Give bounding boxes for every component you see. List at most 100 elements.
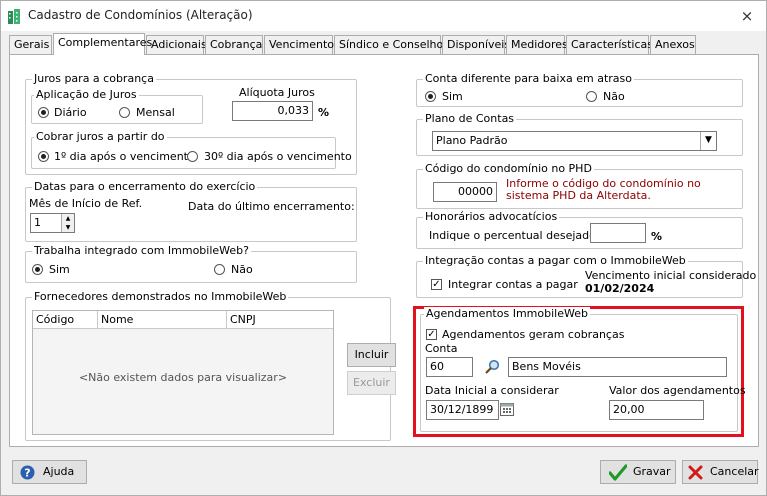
gravar-button[interactable]: Gravar	[600, 460, 676, 484]
fornecedores-group: Fornecedores demonstrados no ImmobileWeb…	[25, 290, 396, 441]
radio-diario[interactable]	[38, 107, 49, 118]
radio-primeiro-dia[interactable]	[38, 151, 49, 162]
window-title: Cadastro de Condomínios (Alteração)	[28, 8, 253, 22]
grid-empty-message: <Não existem dados para visualizar>	[78, 371, 288, 384]
honorarios-label: Indique o percentual desejado	[429, 229, 596, 242]
tab-caracteristicas[interactable]: Características	[566, 35, 653, 54]
ajuda-label: Ajuda	[43, 465, 75, 478]
chevron-down-icon[interactable]: ▼	[700, 132, 716, 150]
data-inicial-input[interactable]: 30/12/1899	[426, 400, 499, 420]
tab-anexos[interactable]: Anexos	[650, 35, 696, 54]
aliquota-juros-input[interactable]: 0,033	[232, 101, 313, 121]
integrar-contas-checkbox[interactable]: ✓	[431, 279, 442, 290]
tab-sindico-e-conselho[interactable]: Síndico e Conselho	[334, 35, 443, 54]
phd-group-title: Código do condomínio no PHD	[423, 162, 594, 176]
incluir-button[interactable]: Incluir	[347, 343, 396, 367]
vencimento-inicial-value: 01/02/2024	[585, 282, 655, 295]
help-icon: ?	[20, 465, 35, 480]
valor-agendamentos-input[interactable]: 20,00	[609, 400, 704, 420]
vencimento-inicial-label: Vencimento inicial considerado	[585, 269, 757, 282]
radio-immobile-nao-label: Não	[231, 263, 253, 276]
radio-conta-nao[interactable]	[586, 91, 597, 102]
radio-conta-nao-label: Não	[603, 90, 625, 103]
radio-mensal-label: Mensal	[136, 106, 175, 119]
data-inicial-label: Data Inicial a considerar	[425, 384, 559, 397]
radio-conta-sim[interactable]	[425, 91, 436, 102]
ajuda-button[interactable]: ? Ajuda	[12, 460, 87, 484]
valor-agendamentos-label: Valor dos agendamentos	[609, 384, 746, 397]
grid-header: Código Nome CNPJ	[33, 311, 333, 329]
plano-contas-select[interactable]: Plano Padrão ▼	[432, 131, 717, 151]
juros-group-title: Juros para a cobrança	[32, 72, 156, 86]
conta-label: Conta	[425, 342, 458, 355]
aliquota-unit: %	[318, 106, 330, 119]
spinner-arrows-icon[interactable]: ▲ ▼	[61, 214, 74, 232]
mes-inicio-spinner[interactable]: 1 ▲ ▼	[30, 213, 75, 233]
agendamentos-checkbox[interactable]: ✓	[426, 329, 437, 340]
agendamentos-checkbox-label: Agendamentos geram cobranças	[442, 328, 625, 341]
immobileweb-group: Trabalha integrado com ImmobileWeb? Sim …	[25, 244, 357, 283]
radio-immobile-sim[interactable]	[32, 264, 43, 275]
conta-diferente-title: Conta diferente para baixa em atraso	[423, 72, 634, 86]
cancel-x-icon	[688, 465, 703, 480]
phd-code-input[interactable]: 00000	[433, 182, 497, 202]
conta-name-input[interactable]: Bens Movéis	[508, 357, 727, 377]
tab-complementares[interactable]: Complementares	[53, 33, 152, 55]
tab-medidores[interactable]: Medidores	[506, 35, 568, 54]
conta-diferente-group: Conta diferente para baixa em atraso Sim…	[416, 72, 743, 107]
honorarios-unit: %	[651, 230, 663, 243]
col-nome[interactable]: Nome	[98, 311, 227, 329]
building-icon	[8, 9, 20, 24]
search-icon[interactable]	[484, 359, 500, 375]
phd-group: Código do condomínio no PHD 00000 Inform…	[416, 162, 743, 209]
tab-strip: Gerais Complementares Adicionais Cobranç…	[9, 33, 759, 55]
tab-panel-complementares: Juros para a cobrança Aplicação de Juros…	[9, 54, 759, 447]
integracao-group: Integração contas a pagar com o Immobile…	[416, 254, 756, 298]
immobileweb-group-title: Trabalha integrado com ImmobileWeb?	[32, 244, 251, 258]
honorarios-input[interactable]	[590, 223, 646, 243]
aplicacao-juros-group: Aplicação de Juros Diário Mensal	[31, 88, 203, 124]
checkmark-icon	[609, 464, 627, 481]
cobrar-juros-title: Cobrar juros a partir do	[34, 130, 167, 144]
title-bar: Cadastro de Condomínios (Alteração) ⨯	[1, 1, 766, 31]
integrar-contas-label: Integrar contas a pagar	[448, 278, 578, 291]
fornecedores-grid[interactable]: Código Nome CNPJ <Não existem dados para…	[32, 310, 334, 435]
cancelar-label: Cancelar	[710, 465, 759, 478]
exercicio-group: Datas para o encerramento do exercício M…	[25, 180, 357, 242]
exercicio-group-title: Datas para o encerramento do exercício	[32, 180, 258, 194]
conta-code-input[interactable]: 60	[426, 357, 473, 377]
juros-group: Juros para a cobrança Aplicação de Juros…	[25, 72, 357, 175]
cobrar-juros-group: Cobrar juros a partir do 1º dia após o v…	[31, 130, 352, 169]
tab-adicionais[interactable]: Adicionais	[146, 35, 207, 54]
radio-trigesimo-dia-label: 30º dia após o vencimento	[204, 150, 352, 163]
ultimo-encerramento-label: Data do último encerramento:	[188, 200, 355, 213]
plano-contas-title: Plano de Contas	[423, 112, 517, 126]
cancelar-button[interactable]: Cancelar	[682, 460, 759, 484]
close-icon[interactable]: ⨯	[736, 6, 758, 26]
plano-contas-group: Plano de Contas Plano Padrão ▼	[416, 112, 743, 156]
aplicacao-juros-title: Aplicação de Juros	[34, 88, 139, 102]
col-cnpj[interactable]: CNPJ	[227, 311, 333, 329]
radio-mensal[interactable]	[119, 107, 130, 118]
tab-disponiveis[interactable]: Disponíveis	[442, 35, 510, 54]
mes-inicio-label: Mês de Início de Ref.	[29, 197, 143, 210]
calendar-icon[interactable]	[500, 402, 514, 416]
phd-hint-text: Informe o código do condomínio no sistem…	[506, 177, 701, 202]
radio-diario-label: Diário	[54, 106, 87, 119]
plano-contas-value: Plano Padrão	[436, 134, 508, 147]
mes-inicio-value: 1	[34, 216, 41, 229]
radio-trigesimo-dia[interactable]	[187, 151, 198, 162]
tab-gerais[interactable]: Gerais	[9, 35, 52, 54]
radio-conta-sim-label: Sim	[442, 90, 463, 103]
agendamentos-title: Agendamentos ImmobileWeb	[424, 307, 590, 321]
honorarios-title: Honorários advocatícios	[423, 210, 560, 224]
honorarios-group: Honorários advocatícios Indique o percen…	[416, 210, 743, 249]
svg-text:?: ?	[24, 467, 30, 480]
tab-cobranca[interactable]: Cobrança	[205, 35, 263, 54]
radio-immobile-nao[interactable]	[214, 264, 225, 275]
col-codigo[interactable]: Código	[33, 311, 98, 329]
radio-immobile-sim-label: Sim	[49, 263, 70, 276]
radio-primeiro-dia-label: 1º dia após o vencimento	[54, 150, 195, 163]
excluir-button[interactable]: Excluir	[347, 371, 396, 395]
tab-vencimento[interactable]: Vencimento	[264, 35, 334, 54]
